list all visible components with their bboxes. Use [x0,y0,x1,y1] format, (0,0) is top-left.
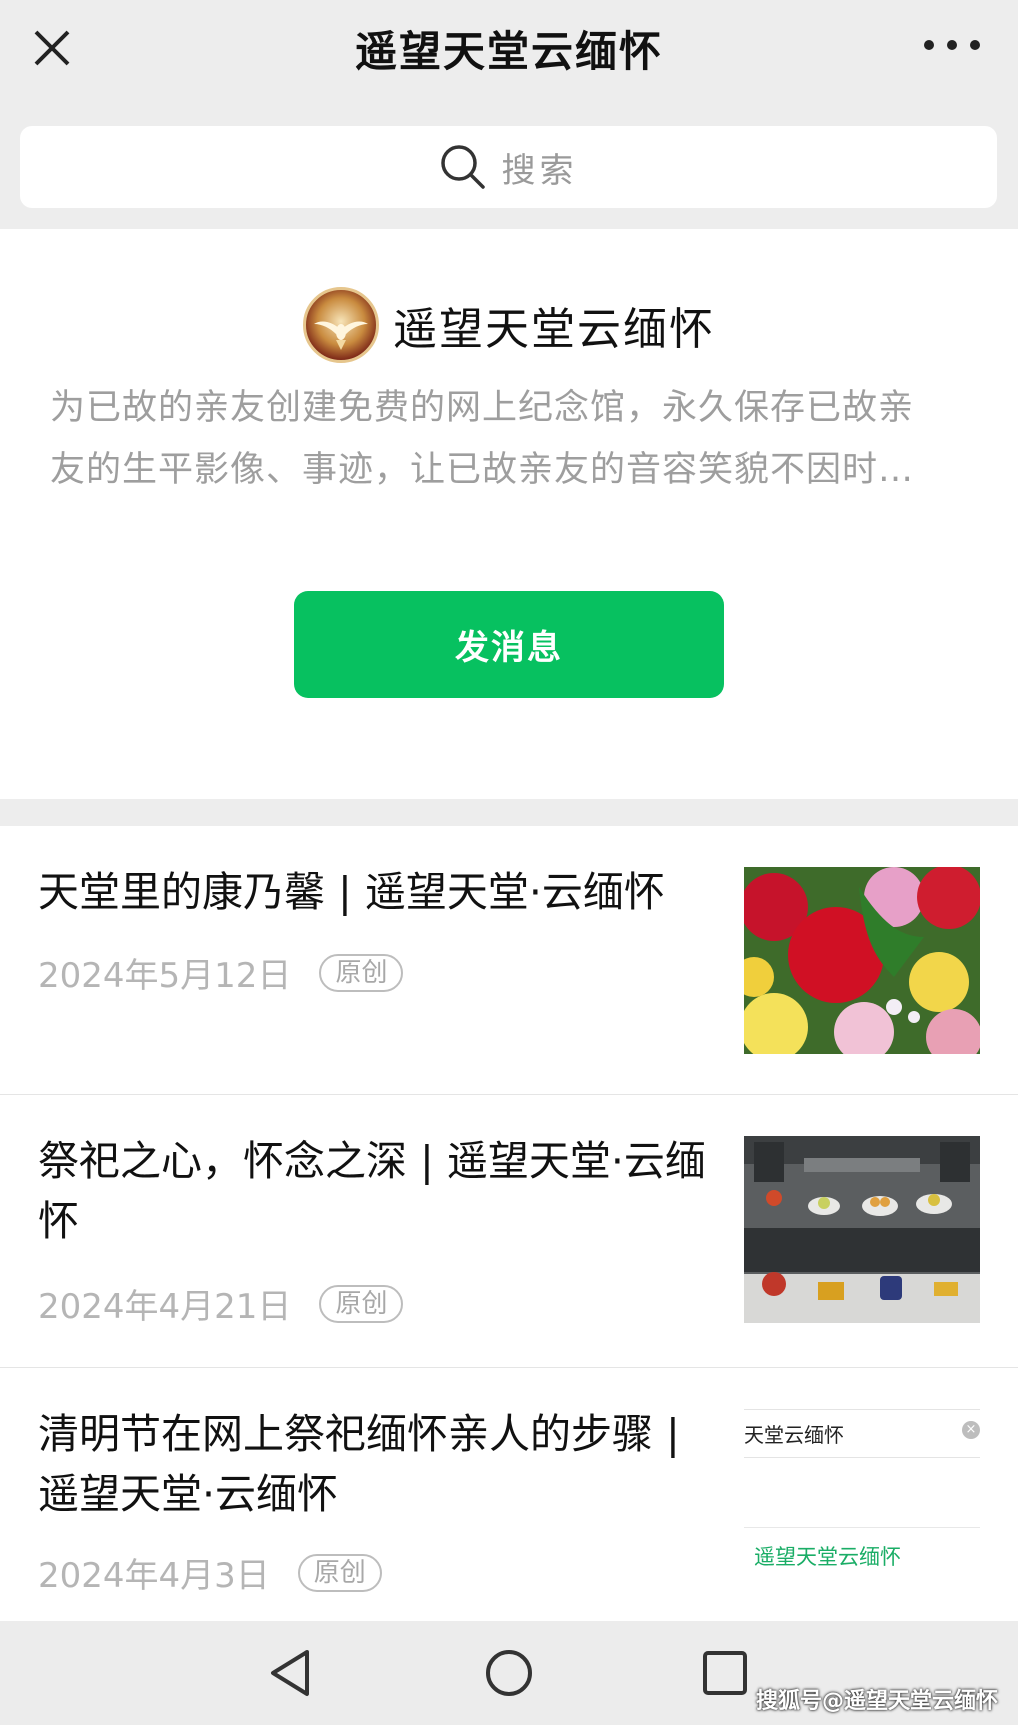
back-button[interactable] [262,1645,318,1701]
system-nav-bar: 搜狐号@遥望天堂云缅怀 [0,1621,1018,1725]
carnation-flowers-image [744,867,980,1054]
article-date: 2024年4月21日 [38,1287,292,1327]
thumb-divider [744,1409,980,1410]
article-title: 清明节在网上祭祀缅怀亲人的步骤 | 遥望天堂·云缅怀 [38,1410,680,1518]
article-item[interactable]: 天堂里的康乃馨 | 遥望天堂·云缅怀 2024年5月12日 原创 [0,826,1018,1095]
recent-apps-button[interactable] [697,1645,753,1701]
article-date: 2024年4月3日 [38,1556,270,1596]
thumb-divider [744,1457,980,1458]
article-title: 天堂里的康乃馨 | 遥望天堂·云缅怀 [38,868,665,916]
thumb-divider [744,1527,980,1528]
thumb-search-text: 天堂云缅怀 [744,1423,844,1447]
account-profile-card: 遥望天堂云缅怀 为已故的亲友创建免费的网上纪念馆，永久保存已故亲 友的生平影像、… [0,229,1018,799]
account-description: 为已故的亲友创建免费的网上纪念馆，永久保存已故亲 友的生平影像、事迹，让已故亲友… [50,377,970,501]
article-title: 祭祀之心，怀念之深 | 遥望天堂·云缅怀 [38,1137,706,1245]
more-options-button[interactable] [924,30,980,60]
article-meta: 2024年4月3日 原创 [38,1548,382,1597]
avatar[interactable] [303,287,379,363]
article-meta: 2024年4月21日 原创 [38,1279,404,1328]
top-bar: 遥望天堂云缅怀 [0,0,1018,105]
search-input[interactable]: 搜索 [20,126,997,208]
more-dot-icon [947,40,957,50]
memorial-offerings-image [744,1136,980,1323]
description-line: 为已故的亲友创建免费的网上纪念馆，永久保存已故亲 [50,388,915,428]
account-header: 遥望天堂云缅怀 [0,285,1018,365]
original-badge: 原创 [319,953,404,992]
account-name: 遥望天堂云缅怀 [393,304,715,355]
article-meta: 2024年5月12日 原创 [38,948,404,997]
more-dot-icon [970,40,980,50]
watermark: 搜狐号@遥望天堂云缅怀 [755,1689,998,1714]
page-title: 遥望天堂云缅怀 [354,27,663,76]
thumb-clear-icon: × [962,1421,980,1439]
article-list: 天堂里的康乃馨 | 遥望天堂·云缅怀 2024年5月12日 原创 祭祀之心，怀念… [0,826,1018,1621]
article-item[interactable]: 清明节在网上祭祀缅怀亲人的步骤 | 遥望天堂·云缅怀 2024年4月3日 原创 … [0,1368,1018,1621]
original-badge: 原创 [319,1284,404,1323]
thumb-link-text: 遥望天堂云缅怀 [754,1545,901,1569]
back-triangle-icon [271,1650,309,1696]
search-placeholder: 搜索 [501,150,578,191]
original-badge: 原创 [297,1553,382,1592]
send-message-button[interactable]: 发消息 [294,591,724,698]
phoenix-logo-icon [314,321,368,350]
home-button[interactable] [481,1645,537,1701]
description-line: 友的生平影像、事迹，让已故亲友的音容笑貌不因时… [50,450,915,490]
recent-apps-square-icon [703,1651,747,1695]
more-dot-icon [924,40,934,50]
search-icon [440,145,485,189]
article-date: 2024年5月12日 [38,956,292,996]
home-circle-icon [486,1650,532,1696]
article-item[interactable]: 祭祀之心，怀念之深 | 遥望天堂·云缅怀 2024年4月21日 原创 [0,1095,1018,1368]
search-screenshot-image: 天堂云缅怀 × 遥望天堂云缅怀 [744,1409,980,1596]
